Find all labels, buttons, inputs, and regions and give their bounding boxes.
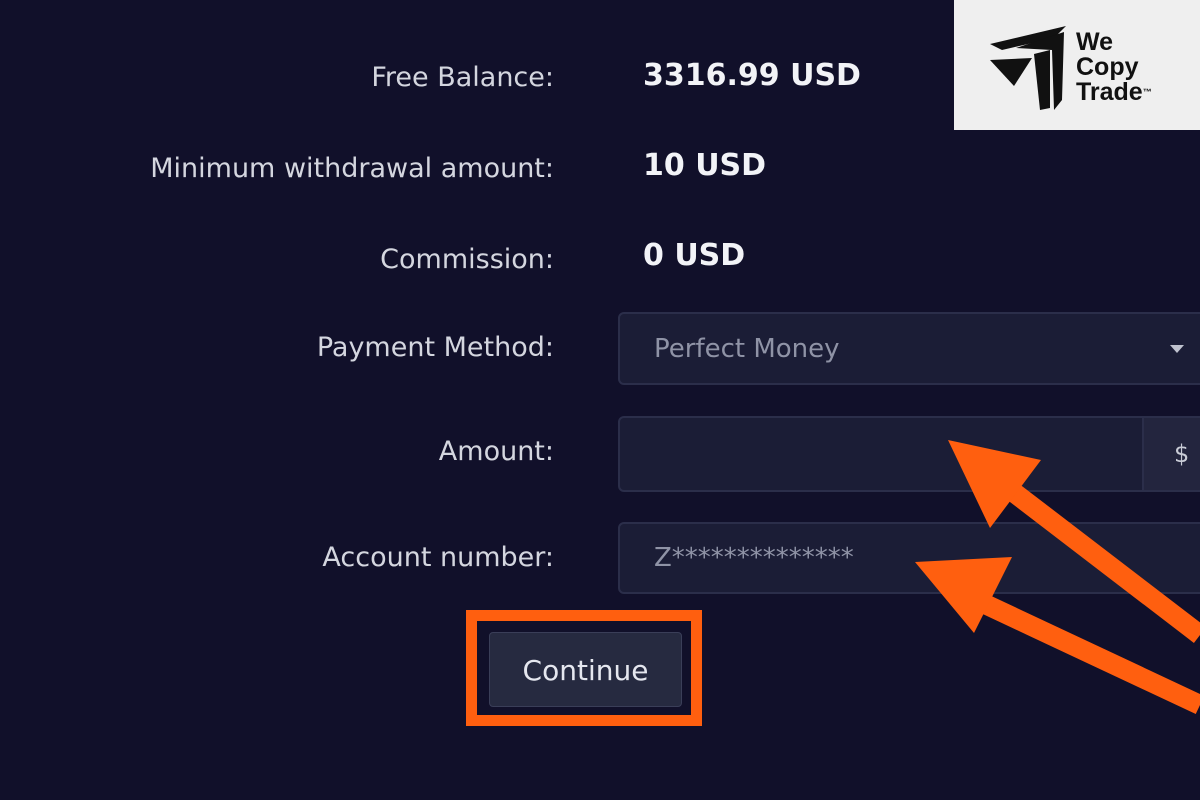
logo-trademark: ™	[1142, 87, 1152, 97]
logo-line-3-text: Trade	[1076, 78, 1143, 106]
logo-line-2: Copy	[1076, 53, 1139, 81]
logo-line-3: Trade™	[1076, 80, 1152, 105]
wecopytrade-logo-icon	[990, 26, 1066, 110]
logo-line-1: We	[1076, 28, 1114, 56]
logo-wordmark: We Copy Trade™	[1076, 30, 1152, 105]
